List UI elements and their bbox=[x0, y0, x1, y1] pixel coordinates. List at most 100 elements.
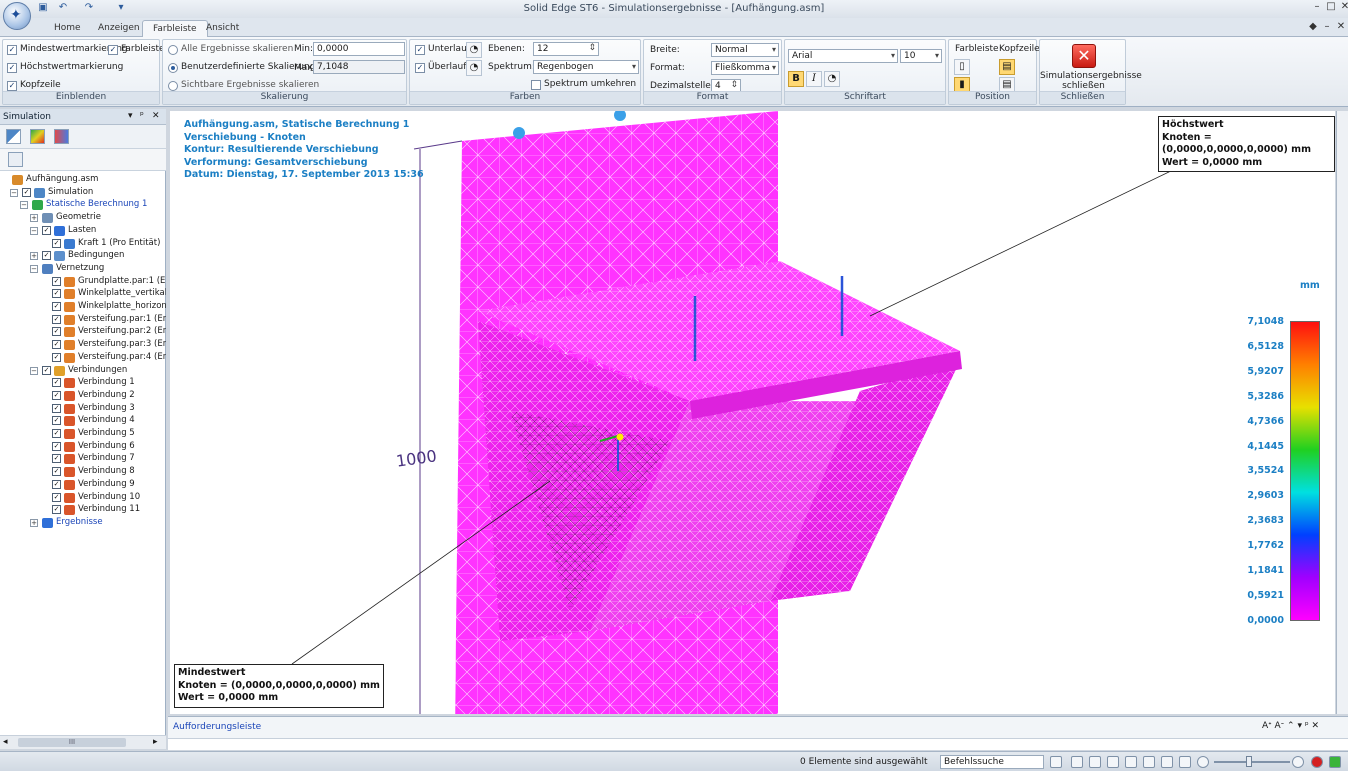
tree-checkbox[interactable]: ✓ bbox=[52, 390, 61, 400]
tree-node[interactable]: ✓ Winkelplatte_vertikal.p bbox=[0, 288, 166, 301]
tree-node[interactable]: + ✓ Bedingungen bbox=[0, 250, 166, 263]
collapse-icon[interactable]: − bbox=[30, 226, 38, 235]
tree-checkbox[interactable]: ✓ bbox=[22, 187, 31, 197]
scroll-left-icon[interactable]: ◂ bbox=[3, 737, 8, 747]
tree-checkbox[interactable]: ✓ bbox=[52, 352, 61, 362]
maximize-button[interactable]: □ bbox=[1324, 1, 1338, 12]
tab-home[interactable]: Home bbox=[44, 20, 91, 37]
minimize-button[interactable]: – bbox=[1310, 1, 1324, 12]
ueberlauf-color-icon[interactable]: ◔ bbox=[466, 60, 482, 76]
save-icon[interactable]: ▣ bbox=[36, 2, 50, 15]
expand-icon[interactable]: + bbox=[30, 252, 38, 261]
zoom-in-icon[interactable] bbox=[1292, 756, 1304, 768]
study-tab-icon[interactable] bbox=[54, 129, 69, 144]
scroll-right-icon[interactable]: ▸ bbox=[153, 737, 158, 747]
farbleiste-position-icon[interactable]: ▯ bbox=[954, 59, 970, 75]
tree-node[interactable]: ✓ Verbindung 4 bbox=[0, 415, 166, 428]
italic-button[interactable]: I bbox=[806, 71, 822, 87]
max-input[interactable]: 7,1048 bbox=[313, 60, 405, 74]
collapse-icon[interactable]: − bbox=[30, 264, 38, 273]
panel-close-icon[interactable]: ✕ bbox=[152, 111, 160, 121]
close-results-button[interactable]: Simulationsergebnisse schließen bbox=[1040, 71, 1142, 91]
tree-checkbox[interactable]: ✓ bbox=[42, 225, 51, 235]
checkbox-spektrum-umkehren[interactable] bbox=[531, 80, 541, 90]
tab-ansicht[interactable]: Ansicht bbox=[196, 20, 249, 37]
application-button[interactable]: ✦ bbox=[3, 2, 31, 30]
redo-arrow-icon[interactable] bbox=[1050, 756, 1062, 768]
tree-node[interactable]: ✓ Verbindung 8 bbox=[0, 466, 166, 479]
tree-node[interactable]: ✓ Kraft 1 (Pro Entität) bbox=[0, 238, 166, 251]
radio-alle-ergebnisse[interactable] bbox=[168, 45, 178, 55]
panel-scrollbar[interactable]: ◂ III ▸ bbox=[0, 735, 166, 749]
tree-node[interactable]: ✓ Versteifung.par:1 (Entw bbox=[0, 314, 166, 327]
tree-node[interactable]: − ✓ Verbindungen bbox=[0, 365, 166, 378]
tree-checkbox[interactable]: ✓ bbox=[52, 441, 61, 451]
collapse-icon[interactable]: − bbox=[10, 188, 18, 197]
tree-node[interactable]: − ✓ Lasten bbox=[0, 225, 166, 238]
tree-checkbox[interactable]: ✓ bbox=[52, 454, 61, 464]
zoom-slider-handle[interactable] bbox=[1246, 756, 1252, 767]
views-icon[interactable] bbox=[1179, 756, 1191, 768]
fit-icon[interactable] bbox=[1107, 756, 1119, 768]
tree-node[interactable]: − ✓ Simulation bbox=[0, 187, 166, 200]
close-results-icon[interactable]: ✕ bbox=[1072, 44, 1096, 68]
min-input[interactable]: 0,0000 bbox=[313, 42, 405, 56]
kopfzeile-position-icon[interactable]: ▤ bbox=[999, 59, 1015, 75]
tree-checkbox[interactable]: ✓ bbox=[52, 302, 61, 311]
tree-checkbox[interactable]: ✓ bbox=[42, 251, 51, 261]
undo-icon[interactable]: ↶ bbox=[56, 2, 70, 15]
tree-node[interactable]: ✓ Verbindung 11 bbox=[0, 504, 166, 517]
rotate-icon[interactable] bbox=[1143, 756, 1155, 768]
tree-node[interactable]: ✓ Verbindung 6 bbox=[0, 441, 166, 454]
zoom-area-icon[interactable] bbox=[1071, 756, 1083, 768]
checkbox-hoechstwert[interactable]: ✓ bbox=[7, 63, 17, 73]
simulation-tab-icon[interactable] bbox=[6, 129, 21, 144]
tab-anzeigen[interactable]: Anzeigen bbox=[88, 20, 150, 37]
radio-benutzerdefiniert[interactable] bbox=[168, 63, 178, 73]
panel-pin-icon[interactable]: ᵖ bbox=[140, 111, 144, 121]
customize-quickaccess-icon[interactable]: ▾ bbox=[114, 2, 128, 15]
scroll-thumb[interactable]: III bbox=[18, 738, 126, 747]
expand-icon[interactable]: + bbox=[30, 214, 38, 223]
pan-icon[interactable] bbox=[1125, 756, 1137, 768]
format-select[interactable]: Fließkomma bbox=[711, 61, 779, 75]
view-cube-icon[interactable] bbox=[1161, 756, 1173, 768]
tree-checkbox[interactable]: ✓ bbox=[52, 467, 61, 477]
checkbox-mindestwert[interactable]: ✓ bbox=[7, 45, 17, 55]
tree-node[interactable]: ✓ Versteifung.par:4 (Entw bbox=[0, 352, 166, 365]
collapse-icon[interactable]: − bbox=[30, 366, 38, 375]
tree-node[interactable]: ✓ Verbindung 2 bbox=[0, 390, 166, 403]
redo-icon[interactable]: ↷ bbox=[82, 2, 96, 15]
doc-close-button[interactable]: ✕ bbox=[1334, 21, 1348, 32]
doc-minimize-button[interactable]: – bbox=[1320, 21, 1334, 32]
close-window-button[interactable]: ✕ bbox=[1338, 1, 1348, 12]
results-tab-icon[interactable] bbox=[30, 129, 45, 144]
tree-node[interactable]: ✓ Grundplatte.par:1 (Entw bbox=[0, 276, 166, 289]
help-icon[interactable]: ◆ bbox=[1306, 21, 1320, 32]
tree-node[interactable]: + Geometrie bbox=[0, 212, 166, 225]
tree-checkbox[interactable]: ✓ bbox=[52, 403, 61, 413]
font-color-icon[interactable]: ◔ bbox=[824, 71, 840, 87]
tree-checkbox[interactable]: ✓ bbox=[52, 314, 61, 324]
tree-checkbox[interactable]: ✓ bbox=[52, 327, 61, 337]
spektrum-select[interactable]: Regenbogen bbox=[533, 60, 639, 74]
ebenen-stepper[interactable]: 12 bbox=[533, 42, 599, 56]
bold-button[interactable]: B bbox=[788, 71, 804, 87]
right-dock-strip[interactable] bbox=[1336, 111, 1348, 714]
font-size-icons[interactable]: Aᐩ Aᐨ ⌃ ▾ ᵖ ✕ bbox=[1262, 721, 1319, 731]
zoom-out-icon[interactable] bbox=[1197, 756, 1209, 768]
tree-node[interactable]: ✓ Verbindung 1 bbox=[0, 377, 166, 390]
collapse-icon[interactable]: − bbox=[20, 201, 28, 210]
tree-node[interactable]: + Ergebnisse bbox=[0, 517, 166, 530]
tree-checkbox[interactable]: ✓ bbox=[52, 238, 61, 248]
checkbox-farbleiste[interactable]: ✓ bbox=[108, 45, 118, 55]
command-search-input[interactable]: Befehlssuche bbox=[940, 755, 1044, 769]
tree-node[interactable]: ✓ Verbindung 3 bbox=[0, 403, 166, 416]
graphics-viewport[interactable]: Aufhängung.asm, Statische Berechnung 1 V… bbox=[170, 111, 1335, 714]
tree-node[interactable]: ✓ Verbindung 7 bbox=[0, 453, 166, 466]
expand-icon[interactable]: + bbox=[30, 518, 38, 527]
zoom-icon[interactable] bbox=[1089, 756, 1101, 768]
tree-checkbox[interactable]: ✓ bbox=[52, 505, 61, 515]
tree-node[interactable]: − Statische Berechnung 1 bbox=[0, 199, 166, 212]
tree-checkbox[interactable]: ✓ bbox=[52, 289, 61, 299]
